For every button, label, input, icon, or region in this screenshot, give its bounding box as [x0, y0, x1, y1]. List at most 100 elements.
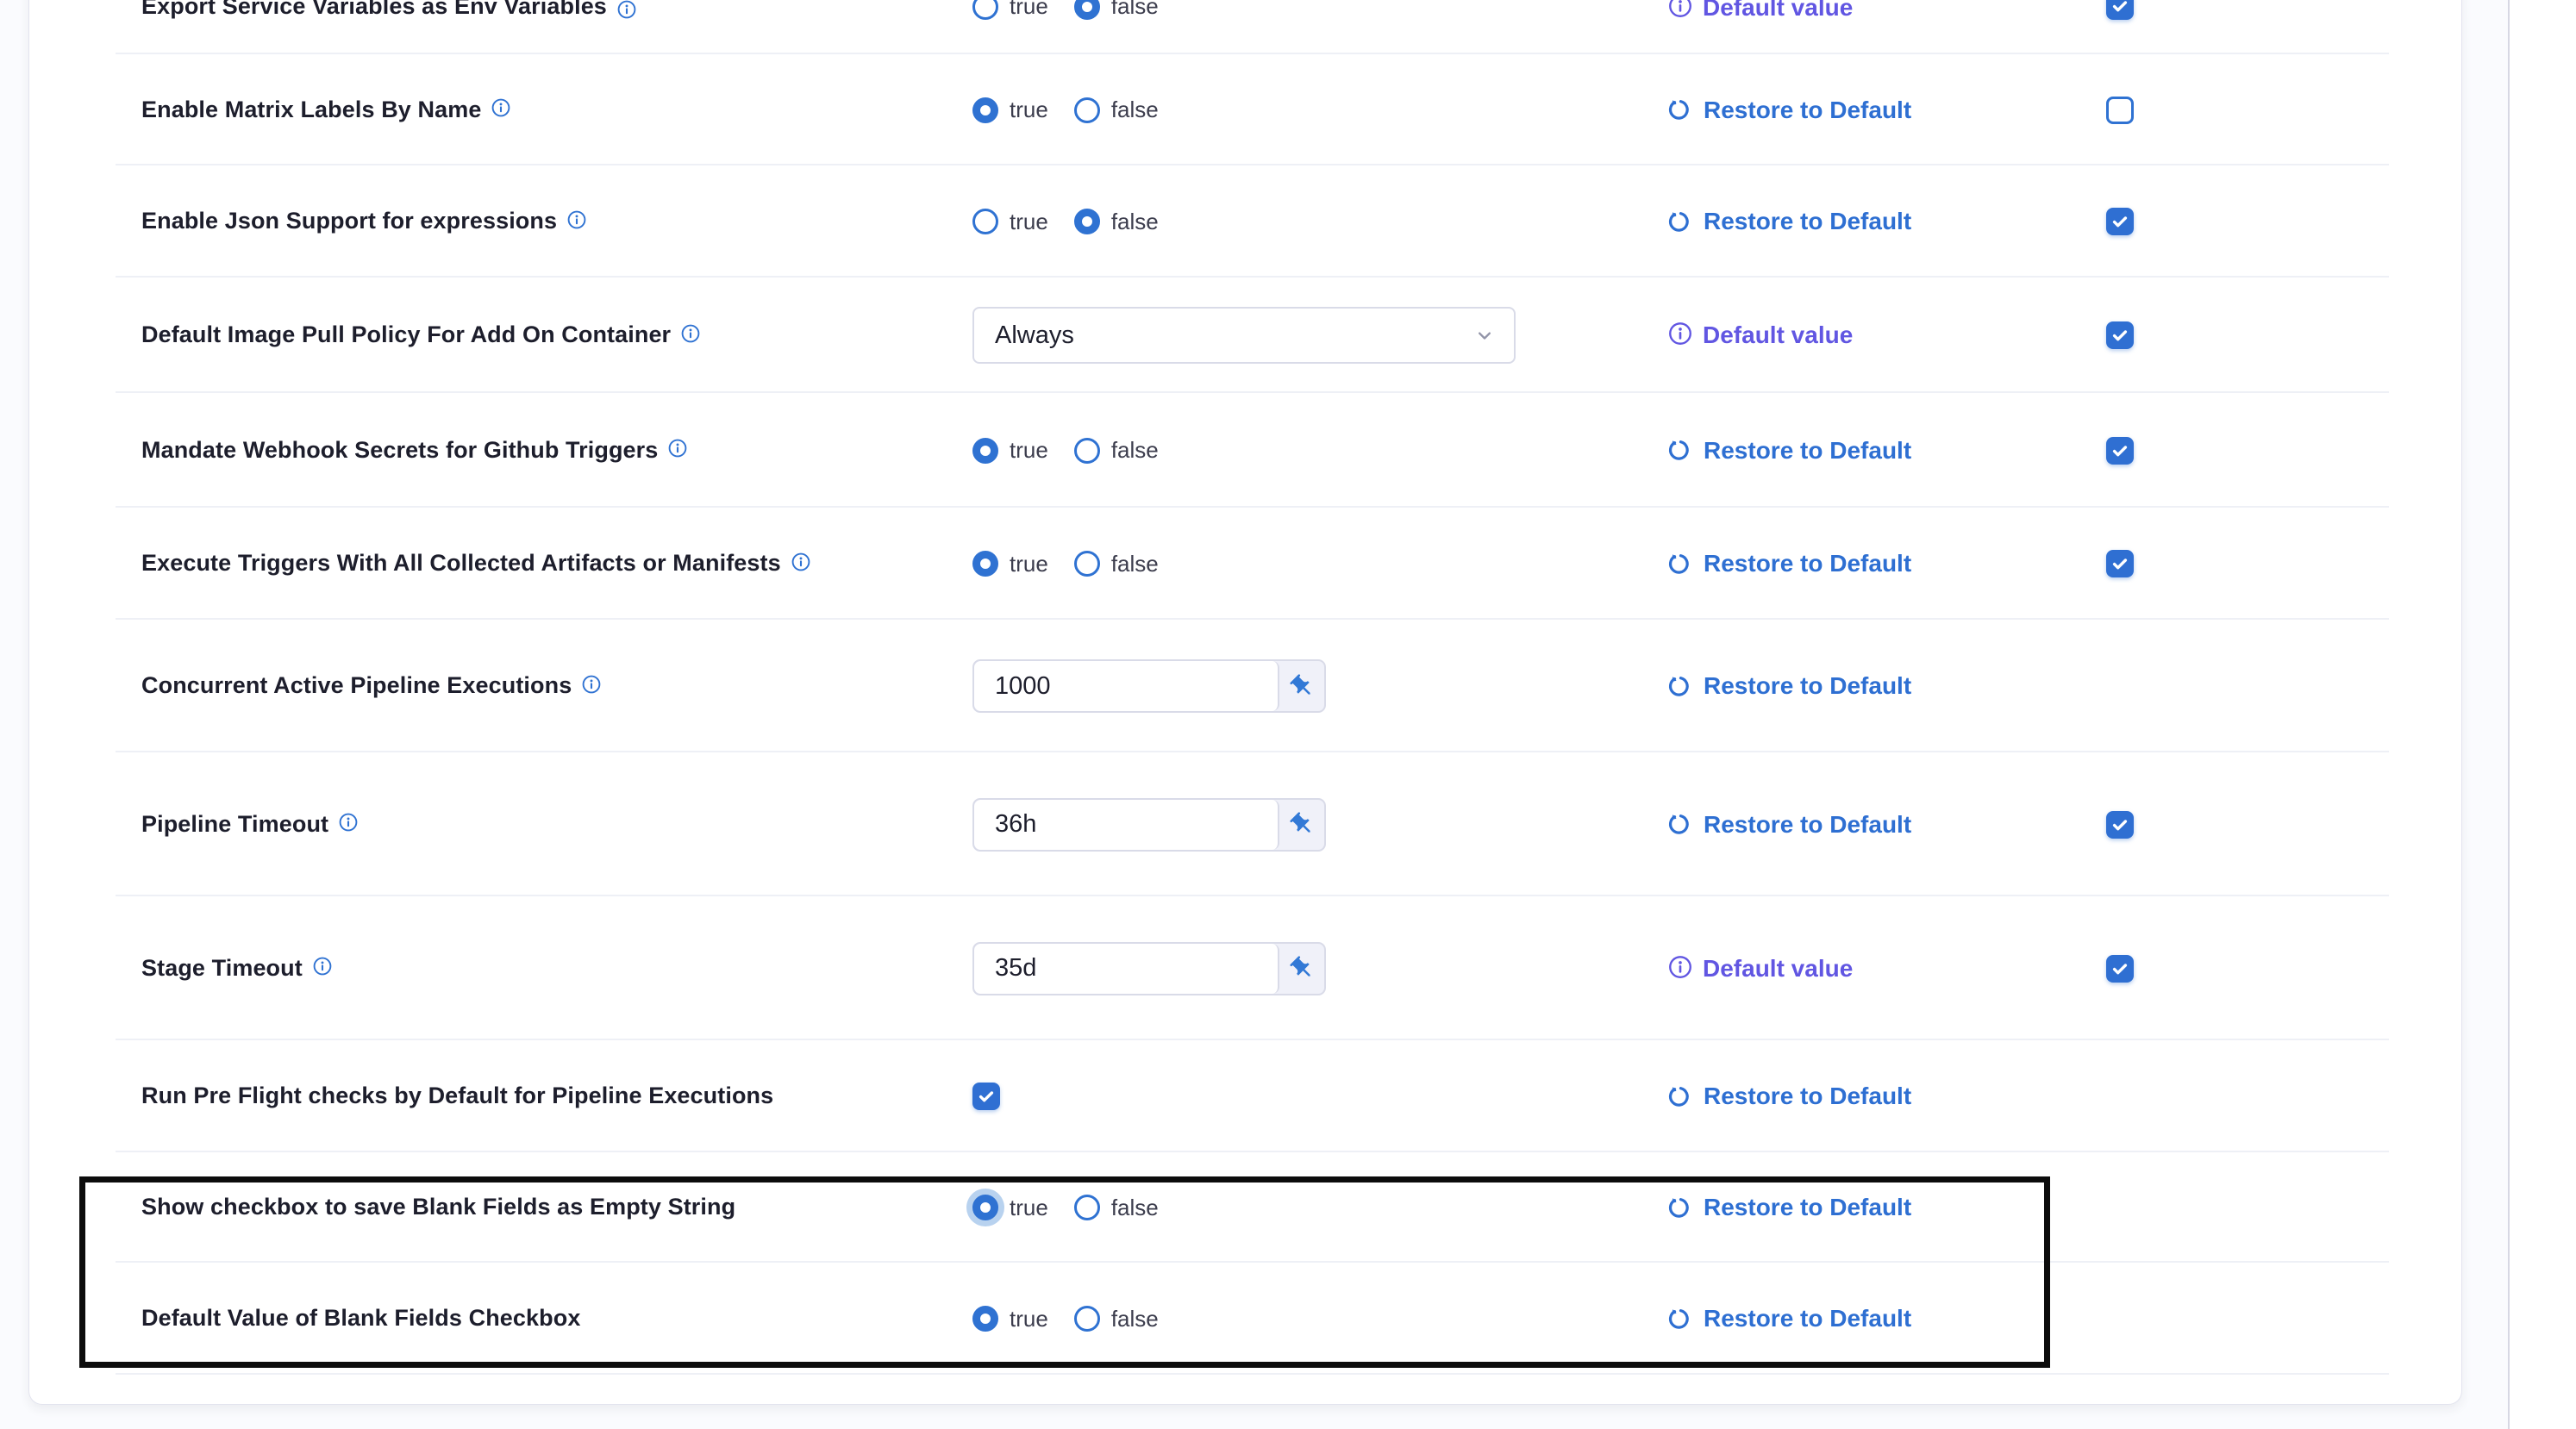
restore-to-default-link[interactable]: Restore to Default [1667, 1195, 1911, 1221]
setting-text-field [972, 942, 1326, 995]
radio-option-true[interactable]: true [972, 97, 1048, 123]
restore-to-default-link[interactable]: Restore to Default [1667, 1083, 1911, 1110]
restore-to-default-link[interactable]: Restore to Default [1667, 1306, 1911, 1332]
radio-button[interactable] [1074, 0, 1100, 20]
setting-text-input[interactable] [974, 661, 1279, 711]
info-icon[interactable] [1667, 954, 1693, 980]
radio-label: false [1111, 0, 1159, 20]
setting-checkbox[interactable] [972, 1083, 1000, 1110]
setting-action-cell: Default value [1667, 957, 2106, 981]
radio-label: false [1111, 1195, 1159, 1221]
setting-text-input[interactable] [974, 944, 1279, 994]
restore-to-default-link[interactable]: Restore to Default [1667, 437, 1911, 464]
setting-control-cell [972, 942, 1667, 995]
radio-option-false[interactable]: false [1074, 0, 1159, 20]
setting-label: Stage Timeout [141, 955, 303, 982]
info-icon[interactable] [312, 956, 333, 977]
default-value-link[interactable]: Default value [1667, 0, 1853, 20]
pin-button[interactable] [1279, 944, 1324, 994]
info-icon[interactable] [581, 674, 602, 695]
restore-to-default-link[interactable]: Restore to Default [1667, 209, 1911, 235]
radio-option-true[interactable]: true [972, 1306, 1048, 1332]
pin-icon [1289, 955, 1316, 982]
allow-override-cell [2106, 437, 2227, 465]
action-label: Restore to Default [1704, 1195, 1911, 1220]
default-value-link[interactable]: Default value [1667, 323, 1853, 347]
allow-override-checkbox[interactable] [2106, 811, 2134, 839]
image-pull-policy-select[interactable]: Always [972, 307, 1516, 364]
allow-override-checkbox[interactable] [2106, 321, 2134, 349]
action-label: Restore to Default [1704, 552, 1911, 576]
radio-label: false [1111, 437, 1159, 464]
restore-icon [1667, 673, 1694, 700]
setting-label: Default Value of Blank Fields Checkbox [141, 1305, 580, 1332]
checkmark-icon [2110, 814, 2130, 835]
allow-override-cell [2106, 550, 2227, 577]
radio-button[interactable] [1074, 438, 1100, 464]
info-icon[interactable] [491, 97, 511, 118]
setting-label: Default Image Pull Policy For Add On Con… [141, 321, 671, 348]
radio-button[interactable] [972, 438, 998, 464]
allow-override-checkbox[interactable] [2106, 955, 2134, 983]
info-icon[interactable] [1667, 0, 1693, 19]
restore-to-default-link[interactable]: Restore to Default [1667, 551, 1911, 577]
radio-button[interactable] [972, 209, 998, 234]
radio-button[interactable] [972, 97, 998, 123]
radio-button[interactable] [972, 0, 998, 20]
radio-button[interactable] [972, 551, 998, 577]
setting-text-input[interactable] [974, 800, 1279, 850]
pin-icon [1289, 811, 1316, 838]
default-value-link[interactable]: Default value [1667, 957, 1853, 981]
radio-label: true [1010, 551, 1048, 577]
allow-override-checkbox[interactable] [2106, 208, 2134, 235]
restore-to-default-link[interactable]: Restore to Default [1667, 673, 1911, 700]
setting-control-cell: true false [972, 209, 1667, 235]
radio-option-true[interactable]: true [972, 209, 1048, 235]
radio-option-false[interactable]: false [1074, 437, 1159, 464]
radio-option-false[interactable]: false [1074, 209, 1159, 235]
restore-to-default-link[interactable]: Restore to Default [1667, 97, 1911, 123]
allow-override-checkbox[interactable] [2106, 97, 2134, 124]
info-icon[interactable] [566, 209, 587, 230]
radio-button[interactable] [1074, 551, 1100, 577]
radio-button[interactable] [1074, 1306, 1100, 1332]
radio-option-false[interactable]: false [1074, 1306, 1159, 1332]
radio-button[interactable] [1074, 1195, 1100, 1220]
radio-label: true [1010, 0, 1048, 20]
radio-option-true[interactable]: true [972, 1195, 1048, 1221]
info-icon[interactable] [616, 0, 637, 20]
setting-control-cell [972, 1083, 1667, 1110]
radio-button[interactable] [1074, 97, 1100, 123]
info-icon[interactable] [1667, 321, 1693, 346]
allow-override-checkbox[interactable] [2106, 437, 2134, 465]
setting-control-cell: true false [972, 97, 1667, 123]
setting-row: Run Pre Flight checks by Default for Pip… [29, 1040, 2461, 1152]
radio-option-true[interactable]: true [972, 0, 1048, 20]
info-icon[interactable] [667, 438, 688, 459]
setting-text-field [972, 659, 1326, 713]
radio-button[interactable] [972, 1306, 998, 1332]
radio-button[interactable] [1074, 209, 1100, 234]
allow-override-checkbox[interactable] [2106, 0, 2134, 20]
settings-rows: Export Service Variables as Env Variable… [29, 0, 2461, 1405]
radio-option-true[interactable]: true [972, 437, 1048, 464]
radio-button[interactable] [972, 1195, 998, 1220]
info-icon[interactable] [680, 323, 701, 344]
radio-label: true [1010, 1195, 1048, 1221]
radio-option-false[interactable]: false [1074, 97, 1159, 123]
pin-button[interactable] [1279, 661, 1324, 711]
allow-override-cell [2106, 955, 2227, 983]
setting-action-cell: Restore to Default [1667, 551, 2106, 577]
allow-override-checkbox[interactable] [2106, 550, 2134, 577]
radio-label: true [1010, 97, 1048, 123]
radio-option-true[interactable]: true [972, 551, 1048, 577]
pin-button[interactable] [1279, 800, 1324, 850]
info-icon[interactable] [338, 812, 359, 833]
restore-to-default-link[interactable]: Restore to Default [1667, 811, 1911, 838]
info-icon[interactable] [791, 552, 811, 572]
setting-control-cell: true false [972, 0, 1667, 20]
radio-option-false[interactable]: false [1074, 1195, 1159, 1221]
radio-label: false [1111, 97, 1159, 123]
setting-label-cell: Enable Json Support for expressions [141, 208, 972, 234]
radio-option-false[interactable]: false [1074, 551, 1159, 577]
